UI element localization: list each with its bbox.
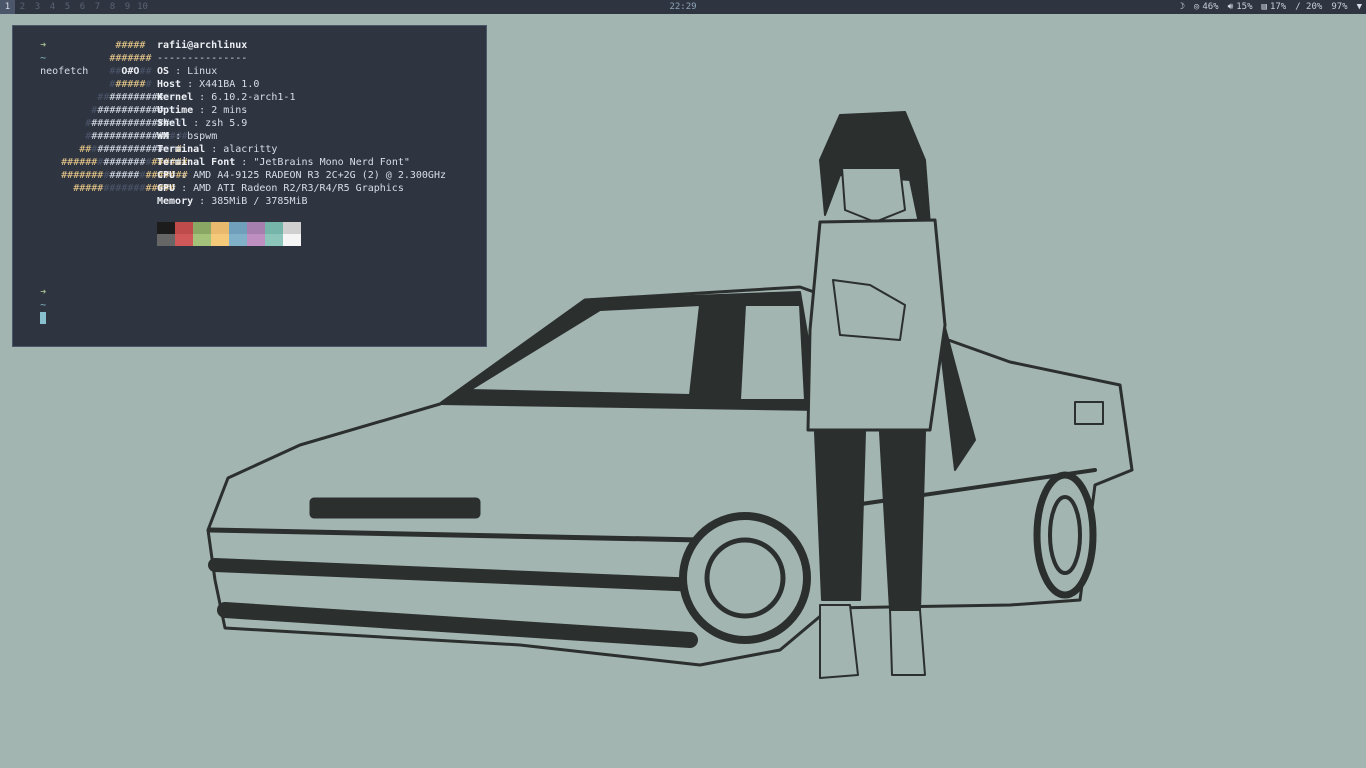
cpu-value: 46% <box>1202 2 1219 12</box>
text-cursor <box>40 312 47 324</box>
night-mode-toggle[interactable]: ☽ <box>1179 0 1184 14</box>
info-value: 6.10.2-arch1-1 <box>211 92 296 103</box>
palette-swatch <box>229 222 247 234</box>
color-palette <box>157 222 301 246</box>
status-area: ☽ ◎ 46% 🔊︎ 15% ▤ 17% / 20% 97% ▼ <box>1179 0 1362 14</box>
palette-swatch <box>283 234 301 246</box>
info-row: Memory : 385MiB / 3785MiB <box>157 196 308 207</box>
top-bar: 1 2 3 4 5 6 7 8 9 10 22:29 ☽ ◎ 46% 🔊︎ 15% ▤ 17% /… <box>0 0 1366 14</box>
palette-swatch <box>211 234 229 246</box>
info-key: OS <box>157 66 170 77</box>
info-row: OS : Linux <box>157 66 218 77</box>
info-key: GPU <box>157 183 176 194</box>
info-row: CPU : AMD A4-9125 RADEON R3 2C+2G (2) @ … <box>157 170 446 181</box>
palette-swatch <box>175 234 193 246</box>
workspace-4[interactable]: 4 <box>45 0 60 14</box>
workspace-6[interactable]: 6 <box>75 0 90 14</box>
palette-swatch <box>247 234 265 246</box>
info-value: AMD A4-9125 RADEON R3 2C+2G (2) @ 2.300G… <box>193 170 446 181</box>
battery-value: 97% <box>1331 2 1348 12</box>
cpu-icon: ◎ <box>1193 2 1200 12</box>
info-value: X441BA 1.0 <box>199 79 260 90</box>
palette-swatch <box>265 234 283 246</box>
workspace-list: 1 2 3 4 5 6 7 8 9 10 <box>0 0 150 14</box>
info-value: 2 mins <box>211 105 248 116</box>
palette-swatch <box>265 222 283 234</box>
palette-swatch <box>157 222 175 234</box>
workspace-3[interactable]: 3 <box>30 0 45 14</box>
info-value: "JetBrains Mono Nerd Font" <box>253 157 410 168</box>
prompt-line[interactable]: ➜ ~ <box>16 273 46 338</box>
info-value: AMD ATI Radeon R2/R3/R4/R5 Graphics <box>193 183 404 194</box>
wifi-status[interactable]: ▼ <box>1357 0 1362 14</box>
info-row: WM : bspwm <box>157 131 218 142</box>
prompt-arrow-icon: ➜ <box>40 287 47 298</box>
info-key: Kernel <box>157 92 194 103</box>
girl-illustration <box>806 111 976 679</box>
info-row: Shell : zsh 5.9 <box>157 118 248 129</box>
terminal-window[interactable]: ➜ ~ neofetch ##### ####### ##O#O## #####… <box>12 25 487 347</box>
volume-status[interactable]: 🔊︎ 15% <box>1228 0 1253 14</box>
info-row: Host : X441BA 1.0 <box>157 79 260 90</box>
speaker-icon: 🔊︎ <box>1227 2 1234 12</box>
user-host: rafii@archlinux <box>157 40 248 51</box>
clock: 22:29 <box>669 2 697 12</box>
info-row: Uptime : 2 mins <box>157 105 248 116</box>
palette-swatch <box>157 234 175 246</box>
disk-value: / 20% <box>1295 2 1323 12</box>
memory-value: 17% <box>1269 2 1287 12</box>
info-row: Terminal Font : "JetBrains Mono Nerd Fon… <box>157 157 410 168</box>
info-value: zsh 5.9 <box>205 118 248 129</box>
cpu-status[interactable]: ◎ 46% <box>1194 0 1219 14</box>
workspace-1[interactable]: 1 <box>0 0 15 14</box>
workspace-9[interactable]: 9 <box>120 0 135 14</box>
info-key: Host <box>157 79 182 90</box>
battery-status[interactable]: 97% <box>1331 0 1347 14</box>
info-key: Terminal Font <box>157 157 236 168</box>
info-separator: --------------- <box>157 53 248 64</box>
memory-status[interactable]: ▤ 17% <box>1262 0 1287 14</box>
memory-icon: ▤ <box>1261 2 1267 12</box>
palette-swatch <box>211 222 229 234</box>
info-key: CPU <box>157 170 176 181</box>
info-key: Memory <box>157 196 194 207</box>
palette-swatch <box>193 222 211 234</box>
workspace-2[interactable]: 2 <box>15 0 30 14</box>
workspace-7[interactable]: 7 <box>90 0 105 14</box>
palette-swatch <box>175 222 193 234</box>
info-key: Terminal <box>157 144 206 155</box>
info-value: 385MiB / 3785MiB <box>211 196 308 207</box>
info-value: bspwm <box>187 131 218 142</box>
info-row: GPU : AMD ATI Radeon R2/R3/R4/R5 Graphic… <box>157 183 404 194</box>
info-row: Terminal : alacritty <box>157 144 278 155</box>
volume-value: 15% <box>1236 2 1253 12</box>
palette-swatch <box>193 234 211 246</box>
workspace-5[interactable]: 5 <box>60 0 75 14</box>
info-key: Shell <box>157 118 188 129</box>
info-value: alacritty <box>223 144 278 155</box>
system-info: rafii@archlinux --------------- OS : Lin… <box>157 39 446 208</box>
info-value: Linux <box>187 66 218 77</box>
wifi-icon: ▼ <box>1356 2 1362 12</box>
info-row: Kernel : 6.10.2-arch1-1 <box>157 92 296 103</box>
palette-swatch <box>229 234 247 246</box>
info-key: Uptime <box>157 105 194 116</box>
prompt-directory: ~ <box>40 300 47 311</box>
workspace-10[interactable]: 10 <box>135 0 150 14</box>
moon-icon: ☽ <box>1179 2 1185 12</box>
palette-swatch <box>247 222 265 234</box>
disk-status[interactable]: / 20% <box>1295 0 1322 14</box>
info-key: WM <box>157 131 170 142</box>
workspace-8[interactable]: 8 <box>105 0 120 14</box>
palette-swatch <box>283 222 301 234</box>
